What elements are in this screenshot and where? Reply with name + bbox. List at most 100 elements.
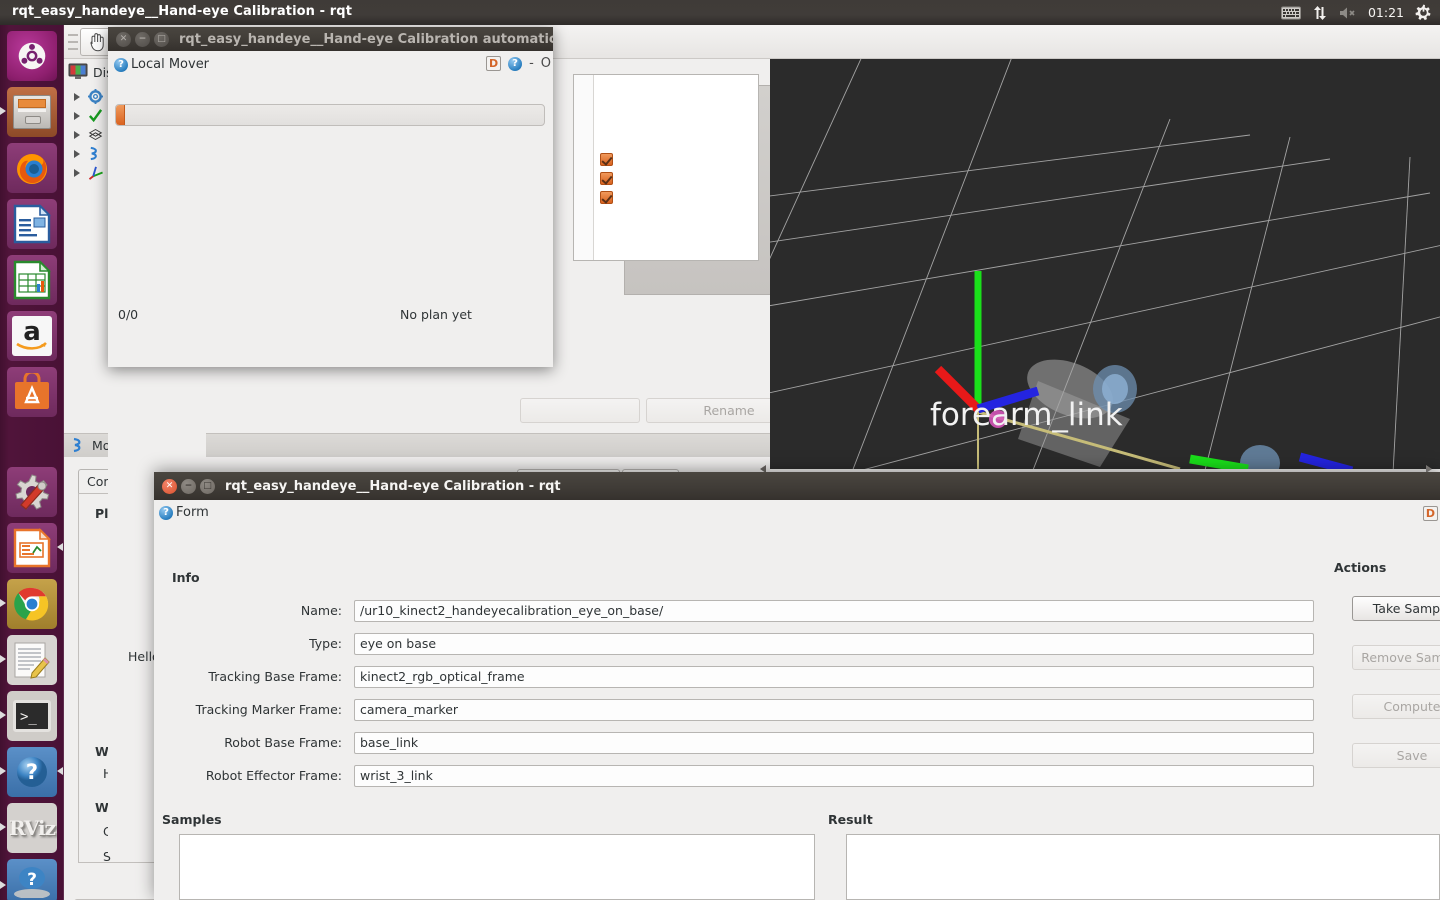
remove-sample-button[interactable]: Remove Sample — [1352, 645, 1440, 670]
field-label: Robot Effector Frame: — [205, 768, 342, 783]
launcher-item-ubuntu-software[interactable] — [7, 367, 57, 417]
system-tray: 01:21 — [1280, 0, 1432, 25]
local-mover-body: ? Local Mover D ? - O 0/0 No plan yet — [108, 51, 553, 367]
window-maximize-button[interactable]: □ — [154, 31, 169, 47]
launcher-item-libreoffice-calc[interactable] — [7, 255, 57, 305]
actions-heading: Actions — [1334, 560, 1387, 575]
close-icon[interactable]: O — [541, 56, 551, 71]
axes-icon — [88, 166, 103, 180]
launcher-item-amazon[interactable]: a — [7, 311, 57, 361]
network-updown-icon[interactable] — [1312, 0, 1328, 25]
launcher-item-google-chrome[interactable] — [7, 579, 57, 629]
volume-muted-icon[interactable] — [1339, 0, 1357, 25]
launcher-focused-pip — [57, 767, 63, 775]
launcher-item-terminal[interactable]: >_ — [7, 691, 57, 741]
launcher-item-help[interactable]: ? — [7, 747, 57, 797]
help-icon[interactable]: ? — [159, 505, 173, 520]
displays-monitor-icon — [68, 63, 88, 79]
info-row: Name: /ur10_kinect2_handeyecalibration_e… — [172, 594, 1314, 627]
type-input[interactable]: eye on base — [354, 632, 1314, 655]
hand-cursor-icon — [90, 33, 104, 52]
launcher-item-text-editor[interactable] — [7, 635, 57, 685]
unity-top-panel: rqt_easy_handeye__Hand-eye Calibration -… — [0, 0, 1440, 25]
launcher-item-rqt[interactable]: ? — [7, 859, 57, 900]
unity-launcher: a >_ ? RViz ? — [0, 25, 64, 900]
local-mover-form-header: ? Local Mover — [114, 57, 209, 72]
window-close-button[interactable]: ✕ — [116, 31, 131, 47]
calibration-title-text: rqt_easy_handeye__Hand-eye Calibration -… — [225, 478, 561, 494]
gear-icon — [88, 89, 103, 104]
checkbox-1[interactable] — [600, 153, 613, 166]
checkbox-2[interactable] — [600, 172, 613, 185]
forearm-link-label: forearm_link — [930, 397, 1123, 433]
keyboard-icon[interactable] — [1280, 0, 1301, 25]
result-heading: Result — [828, 812, 873, 827]
minimize-icon[interactable]: - — [529, 56, 534, 71]
samples-list[interactable] — [179, 834, 815, 900]
expand-arrow-icon[interactable] — [74, 130, 80, 139]
window-minimize-button[interactable]: − — [181, 478, 196, 494]
launcher-item-ubuntu-dash[interactable] — [7, 31, 57, 81]
launcher-running-pip — [0, 599, 6, 607]
tracking-marker-frame-input[interactable]: camera_marker — [354, 698, 1314, 721]
launcher-item-libreoffice-impress[interactable] — [7, 523, 57, 573]
launcher-focused-pip — [57, 543, 63, 551]
robot-model-icon — [90, 146, 97, 161]
calibration-titlebar[interactable]: ✕ − □ rqt_easy_handeye__Hand-eye Calibra… — [154, 472, 1440, 500]
checkbox-3[interactable] — [600, 191, 613, 204]
launcher-item-rviz[interactable]: RViz — [7, 803, 57, 853]
launcher-running-pip — [0, 767, 6, 775]
local-mover-titlebar[interactable]: ✕ − □ rqt_easy_handeye__Hand-eye Calibra… — [108, 27, 553, 51]
sample-counter: 0/0 — [118, 307, 139, 322]
launcher-item-files[interactable] — [7, 87, 57, 137]
desktop-screen: I Displays — [0, 0, 1440, 900]
grid-icon — [88, 128, 103, 141]
local-mover-form-label: Local Mover — [131, 57, 210, 72]
window-minimize-button[interactable]: − — [135, 31, 150, 47]
expand-arrow-icon[interactable] — [74, 168, 80, 177]
rviz-3d-viewport[interactable]: forearm_link — [770, 59, 1440, 469]
plan-status-label: No plan yet — [400, 307, 472, 322]
info-heading: Info — [172, 570, 200, 585]
launcher-item-libreoffice-writer[interactable] — [7, 199, 57, 249]
launcher-running-pip — [0, 823, 6, 831]
robot-effector-frame-input[interactable]: wrist_3_link — [354, 764, 1314, 787]
name-field-button[interactable] — [520, 398, 640, 423]
window-close-button[interactable]: ✕ — [162, 478, 177, 494]
form-header: ? Form — [159, 505, 209, 520]
launcher-item-firefox[interactable] — [7, 143, 57, 193]
field-label: Robot Base Frame: — [224, 735, 342, 750]
actions-buttons: Take Sample Remove Sample Compute Save — [1352, 596, 1440, 768]
field-label: Tracking Marker Frame: — [195, 702, 342, 717]
expand-arrow-icon[interactable] — [74, 92, 80, 101]
launcher-item-system-settings[interactable] — [7, 467, 57, 517]
help-icon[interactable]: ? — [114, 57, 128, 72]
local-mover-title-text: rqt_easy_handeye__Hand-eye Calibration a… — [179, 31, 553, 47]
active-window-title: rqt_easy_handeye__Hand-eye Calibration -… — [12, 4, 353, 19]
take-sample-button[interactable]: Take Sample — [1352, 596, 1440, 621]
svg-text:?: ? — [26, 760, 38, 784]
result-list[interactable] — [846, 834, 1440, 900]
help-icon[interactable]: ? — [508, 56, 523, 71]
list-gutter — [574, 75, 594, 260]
calibration-window: ✕ − □ rqt_easy_handeye__Hand-eye Calibra… — [154, 472, 1440, 900]
tracking-base-frame-input[interactable]: kinect2_rgb_optical_frame — [354, 665, 1314, 688]
progress-bar-fill — [116, 105, 125, 125]
expand-arrow-icon[interactable] — [74, 111, 80, 120]
launcher-running-pip — [0, 881, 6, 889]
dock-icon[interactable]: D — [486, 56, 502, 71]
save-button[interactable]: Save — [1352, 743, 1440, 768]
expand-arrow-icon[interactable] — [74, 149, 80, 158]
session-gear-icon[interactable] — [1415, 0, 1432, 25]
info-row: Robot Base Frame: base_link — [172, 726, 1314, 759]
dock-icon[interactable]: D — [1423, 506, 1438, 521]
checkbox-list-panel[interactable] — [573, 74, 759, 261]
name-input[interactable]: /ur10_kinect2_handeyecalibration_eye_on_… — [354, 599, 1314, 622]
clock[interactable]: 01:21 — [1368, 0, 1404, 25]
samples-heading: Samples — [162, 812, 222, 827]
motion-planning-icon — [73, 437, 81, 453]
compute-button[interactable]: Compute — [1352, 694, 1440, 719]
window-maximize-button[interactable]: □ — [200, 478, 215, 494]
info-row: Tracking Base Frame: kinect2_rgb_optical… — [172, 660, 1314, 693]
robot-base-frame-input[interactable]: base_link — [354, 731, 1314, 754]
